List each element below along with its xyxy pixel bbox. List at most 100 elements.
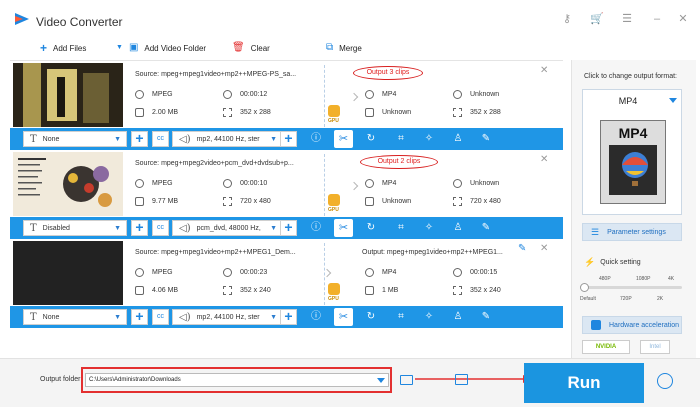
gpu-label: GPU — [328, 118, 339, 124]
rotate-icon[interactable]: ↻ — [365, 222, 377, 234]
cc-icon[interactable]: cc — [152, 309, 169, 325]
run-button[interactable]: Run — [524, 363, 644, 403]
cc-icon[interactable]: cc — [152, 131, 169, 147]
output-size: Unknown — [365, 197, 411, 206]
effect-wand-icon[interactable]: ✧ — [423, 222, 435, 234]
quality-label-4k: 4K — [668, 276, 675, 282]
list-item[interactable]: Source: mpeg+mpeg1video+mp2++MPEG1_Dem..… — [10, 239, 563, 328]
key-icon[interactable]: ⚷ — [560, 13, 574, 25]
add-subtitle-button[interactable]: + — [131, 309, 148, 325]
nvidia-toggle[interactable]: NVIDIA — [582, 340, 630, 354]
audio-track-dropdown[interactable]: ◁) mp2, 44100 Hz, ster ▼ — [172, 309, 283, 325]
open-folder-icon[interactable] — [455, 374, 468, 385]
list-item[interactable]: Source: mpeg+mpeg1video+mp2++MPEG-PS_sa.… — [10, 61, 563, 150]
crop-icon[interactable]: ⌗ — [395, 222, 407, 234]
subtitle-dropdown[interactable]: T None ▼ — [23, 309, 127, 325]
subtitle-dropdown[interactable]: T None ▼ — [23, 131, 127, 147]
gpu-label: GPU — [328, 296, 339, 302]
add-audio-button[interactable]: + — [280, 220, 297, 236]
quality-slider-handle[interactable] — [580, 283, 589, 292]
chevron-down-icon: ▼ — [114, 225, 121, 232]
video-thumbnail[interactable] — [13, 241, 123, 305]
watermark-icon[interactable]: ♙ — [452, 311, 464, 323]
add-video-folder-label: Add Video Folder — [144, 43, 207, 53]
rename-pencil-icon[interactable]: ✎ — [518, 243, 526, 254]
source-filename: Source: mpeg+mpeg1video+mp2++MPEG-PS_sa.… — [135, 71, 297, 78]
item-toolbar: T None ▼ + cc ◁) mp2, 44100 Hz, ster ▼ + ⓘ ✂… — [10, 306, 563, 328]
add-subtitle-button[interactable]: + — [131, 131, 148, 147]
output-clips-note: Output 2 clips — [360, 155, 438, 169]
info-icon[interactable]: ⓘ — [310, 222, 322, 234]
alarm-clock-icon[interactable] — [657, 373, 673, 389]
divider — [324, 154, 325, 216]
close-button[interactable]: ✕ — [676, 13, 690, 25]
divider — [324, 65, 325, 127]
clear-button[interactable]: 🗑 Clear — [232, 41, 270, 55]
remove-item-icon[interactable]: ✕ — [540, 243, 548, 254]
merge-button[interactable]: ⧉ Merge — [326, 41, 362, 55]
audio-track-dropdown[interactable]: ◁) pcm_dvd, 48000 Hz, ▼ — [172, 220, 283, 236]
arrow-right-icon — [349, 92, 359, 102]
output-format-selector[interactable]: MP4 MP4 — [582, 89, 682, 215]
clock-icon — [453, 179, 462, 188]
info-icon[interactable]: ⓘ — [310, 311, 322, 323]
output-format-name: MP4 — [618, 96, 638, 106]
sliders-icon: ☰ — [591, 226, 600, 237]
quality-slider[interactable] — [580, 283, 682, 292]
edit-icon[interactable]: ✎ — [480, 222, 492, 234]
add-audio-button[interactable]: + — [280, 309, 297, 325]
intel-toggle[interactable]: Intel — [640, 340, 670, 354]
cart-icon[interactable]: 🛒 — [590, 13, 604, 25]
clock-icon — [223, 268, 232, 277]
scissors-icon[interactable]: ✂ — [334, 308, 353, 326]
audio-track-dropdown[interactable]: ◁) mp2, 44100 Hz, ster ▼ — [172, 131, 283, 147]
file-size-icon — [365, 286, 374, 295]
edit-icon[interactable]: ✎ — [480, 311, 492, 323]
cc-icon[interactable]: cc — [152, 220, 169, 236]
video-thumbnail[interactable] — [13, 63, 123, 127]
add-files-label: Add Files — [53, 43, 87, 53]
quality-label-2k: 2K — [657, 296, 664, 302]
video-thumbnail[interactable] — [13, 152, 123, 216]
file-size-icon — [135, 286, 144, 295]
hardware-acceleration-button[interactable]: Hardware acceleration — [582, 316, 682, 334]
highlight-box — [81, 367, 392, 393]
add-subtitle-button[interactable]: + — [131, 220, 148, 236]
list-item[interactable]: Source: mpeg+mpeg2video+pcm_dvd+dvdsub+p… — [10, 150, 563, 239]
effect-wand-icon[interactable]: ✧ — [423, 311, 435, 323]
output-size: Unknown — [365, 108, 411, 117]
info-icon[interactable]: ⓘ — [310, 133, 322, 145]
app-title: Video Converter — [36, 15, 123, 29]
watermark-icon[interactable]: ♙ — [452, 133, 464, 145]
file-size-icon — [135, 108, 144, 117]
menu-icon[interactable]: ☰ — [620, 13, 634, 25]
clock-icon — [223, 90, 232, 99]
resolution-icon — [453, 108, 462, 117]
subtitle-dropdown[interactable]: T Disabled ▼ — [23, 220, 127, 236]
remove-item-icon[interactable]: ✕ — [540, 154, 548, 165]
scissors-icon[interactable]: ✂ — [334, 219, 353, 237]
crop-icon[interactable]: ⌗ — [395, 133, 407, 145]
format-icon — [135, 179, 144, 188]
file-list: Source: mpeg+mpeg1video+mp2++MPEG-PS_sa.… — [10, 60, 563, 328]
source-resolution: 352 x 288 — [223, 108, 271, 117]
crop-icon[interactable]: ⌗ — [395, 311, 407, 323]
watermark-icon[interactable]: ♙ — [452, 222, 464, 234]
parameter-settings-button[interactable]: ☰ Parameter settings — [582, 223, 682, 241]
minimize-button[interactable]: – — [650, 13, 664, 25]
effect-wand-icon[interactable]: ✧ — [423, 133, 435, 145]
add-files-button[interactable]: + Add Files — [40, 41, 86, 55]
rotate-icon[interactable]: ↻ — [365, 311, 377, 323]
add-video-folder-button[interactable]: ▼ ▣ Add Video Folder — [116, 41, 206, 55]
edit-icon[interactable]: ✎ — [480, 133, 492, 145]
format-icon — [365, 179, 374, 188]
chevron-down-icon: ▼ — [116, 44, 123, 51]
app-logo-icon — [15, 13, 29, 25]
clock-icon — [453, 268, 462, 277]
rotate-icon[interactable]: ↻ — [365, 133, 377, 145]
remove-item-icon[interactable]: ✕ — [540, 65, 548, 76]
folder-icon[interactable] — [400, 375, 413, 385]
scissors-icon[interactable]: ✂ — [334, 130, 353, 148]
add-audio-button[interactable]: + — [280, 131, 297, 147]
source-resolution: 352 x 240 — [223, 286, 271, 295]
